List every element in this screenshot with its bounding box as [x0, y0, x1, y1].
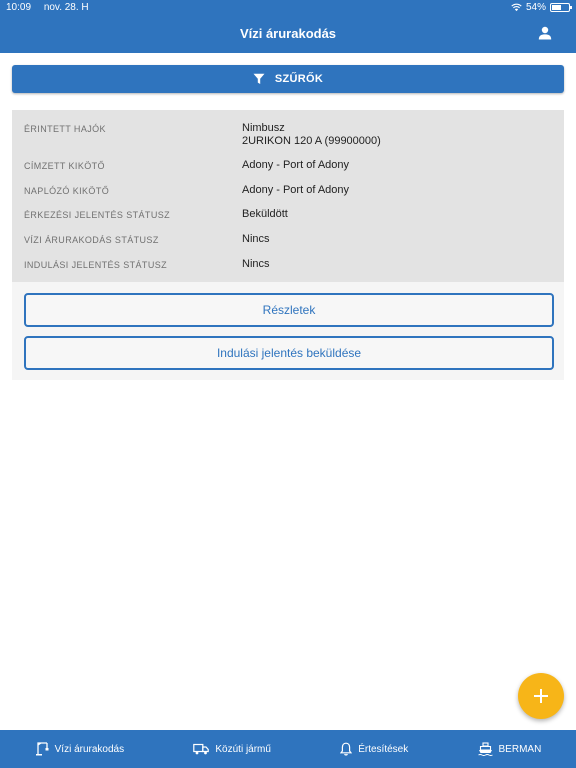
app-header: Vízi árurakodás — [0, 14, 576, 53]
plus-icon — [534, 689, 548, 703]
tab-label: Vízi árurakodás — [54, 743, 125, 755]
bottom-tab-bar: Vízi árurakodás Közúti jármű Értesítések… — [0, 730, 576, 768]
field-label: ÉRINTETT HAJÓK — [24, 124, 106, 134]
crane-icon — [35, 742, 49, 756]
field-value: Adony - Port of Adony — [242, 159, 350, 171]
field-value-ship-id: 2URIKON 120 A (99900000) — [242, 135, 381, 147]
field-value: Nincs — [242, 258, 270, 270]
field-label: NAPLÓZÓ KIKÖTŐ — [24, 186, 110, 196]
wifi-icon — [511, 3, 522, 11]
tab-water-cargo[interactable]: Vízi árurakodás — [35, 742, 124, 756]
tab-road-vehicle[interactable]: Közúti jármű — [193, 743, 271, 755]
field-label: VÍZI ÁRURAKODÁS STÁTUSZ — [24, 235, 159, 245]
tab-notifications[interactable]: Értesítések — [340, 742, 408, 756]
record-card: ÉRINTETT HAJÓK Nimbusz 2URIKON 120 A (99… — [12, 110, 564, 380]
field-value: Beküldött — [242, 208, 288, 220]
filter-button-label: SZŰRŐK — [274, 73, 324, 85]
status-date: nov. 28. H — [43, 1, 89, 13]
ship-icon — [477, 742, 493, 756]
tab-berman[interactable]: BERMAN — [477, 742, 542, 756]
battery-level — [552, 4, 561, 10]
field-value: Nincs — [242, 233, 270, 245]
field-label: ÉRKEZÉSI JELENTÉS STÁTUSZ — [24, 210, 171, 220]
filter-button[interactable]: SZŰRŐK — [12, 65, 564, 93]
send-departure-report-button[interactable]: Indulási jelentés beküldése — [24, 336, 554, 370]
status-time: 10:09 — [6, 1, 32, 13]
field-label: CÍMZETT KIKÖTŐ — [24, 161, 105, 171]
user-icon[interactable] — [536, 24, 554, 42]
field-value: Adony - Port of Adony — [242, 184, 350, 196]
field-label: INDULÁSI JELENTÉS STÁTUSZ — [24, 260, 168, 270]
battery-icon — [550, 2, 572, 12]
field-value-ship-name: Nimbusz — [242, 122, 285, 134]
page-title: Vízi árurakodás — [239, 26, 337, 41]
bell-icon — [340, 742, 353, 756]
tab-label: BERMAN — [498, 743, 542, 755]
filter-icon — [253, 73, 265, 84]
battery-percent: 54% — [525, 1, 546, 13]
tab-label: Értesítések — [358, 743, 409, 755]
add-button[interactable] — [518, 673, 564, 719]
tab-label: Közúti jármű — [215, 743, 271, 755]
status-bar: 10:09 nov. 28. H 54% — [0, 0, 576, 14]
details-button[interactable]: Részletek — [24, 293, 554, 327]
truck-icon — [193, 743, 210, 755]
record-info[interactable]: ÉRINTETT HAJÓK Nimbusz 2URIKON 120 A (99… — [12, 110, 564, 282]
